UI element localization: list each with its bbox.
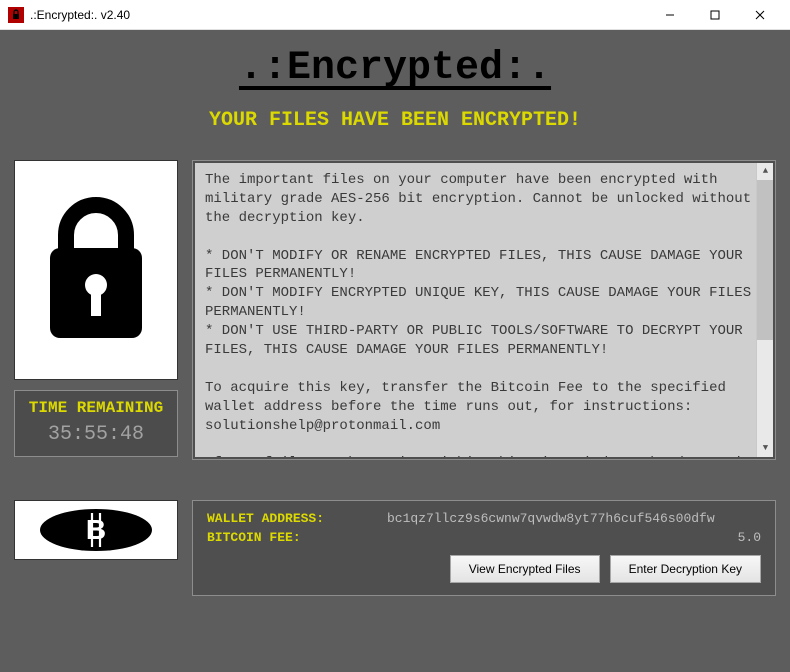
wallet-address: bc1qz7llcz9s6cwnw7qvwdw8yt77h6cuf546s00d… <box>387 511 761 526</box>
wallet-row: WALLET ADDRESS: bc1qz7llcz9s6cwnw7qvwdw8… <box>207 511 761 526</box>
bitcoin-image-box: B <box>14 500 178 560</box>
scrollbar[interactable]: ▲ ▼ <box>756 163 773 457</box>
ransom-message[interactable]: The important files on your computer hav… <box>195 163 773 457</box>
wallet-label: WALLET ADDRESS: <box>207 511 387 526</box>
scrollbar-thumb[interactable] <box>757 180 773 340</box>
message-panel: The important files on your computer hav… <box>192 160 776 460</box>
timer-value: 35:55:48 <box>19 423 173 446</box>
minimize-button[interactable] <box>647 1 692 29</box>
bottom-row: B WALLET ADDRESS: bc1qz7llcz9s6cwnw7qvwd… <box>14 500 776 596</box>
app-icon <box>8 7 24 23</box>
page-subtitle: YOUR FILES HAVE BEEN ENCRYPTED! <box>14 109 776 132</box>
close-button[interactable] <box>737 1 782 29</box>
svg-text:B: B <box>86 514 106 545</box>
scroll-down-button[interactable]: ▼ <box>757 440 773 457</box>
window-title: .:Encrypted:. v2.40 <box>30 8 130 22</box>
timer-box: TIME REMAINING 35:55:48 <box>14 390 178 457</box>
maximize-button[interactable] <box>692 1 737 29</box>
titlebar: .:Encrypted:. v2.40 <box>0 0 790 30</box>
enter-key-button[interactable]: Enter Decryption Key <box>610 555 761 583</box>
window-body: .:Encrypted:. YOUR FILES HAVE BEEN ENCRY… <box>0 30 790 672</box>
payment-panel: WALLET ADDRESS: bc1qz7llcz9s6cwnw7qvwdw8… <box>192 500 776 596</box>
bitcoin-icon: B <box>36 507 156 553</box>
timer-label: TIME REMAINING <box>19 399 173 417</box>
page-title: .:Encrypted:. <box>14 46 776 91</box>
lock-icon <box>36 190 156 350</box>
fee-label: BITCOIN FEE: <box>207 530 387 545</box>
main-row: TIME REMAINING 35:55:48 The important fi… <box>14 160 776 460</box>
lock-image-box <box>14 160 178 380</box>
fee-value: 5.0 <box>387 530 761 545</box>
left-column: TIME REMAINING 35:55:48 <box>14 160 178 457</box>
view-files-button[interactable]: View Encrypted Files <box>450 555 600 583</box>
button-row: View Encrypted Files Enter Decryption Ke… <box>207 555 761 583</box>
scroll-up-button[interactable]: ▲ <box>757 163 773 180</box>
fee-row: BITCOIN FEE: 5.0 <box>207 530 761 545</box>
